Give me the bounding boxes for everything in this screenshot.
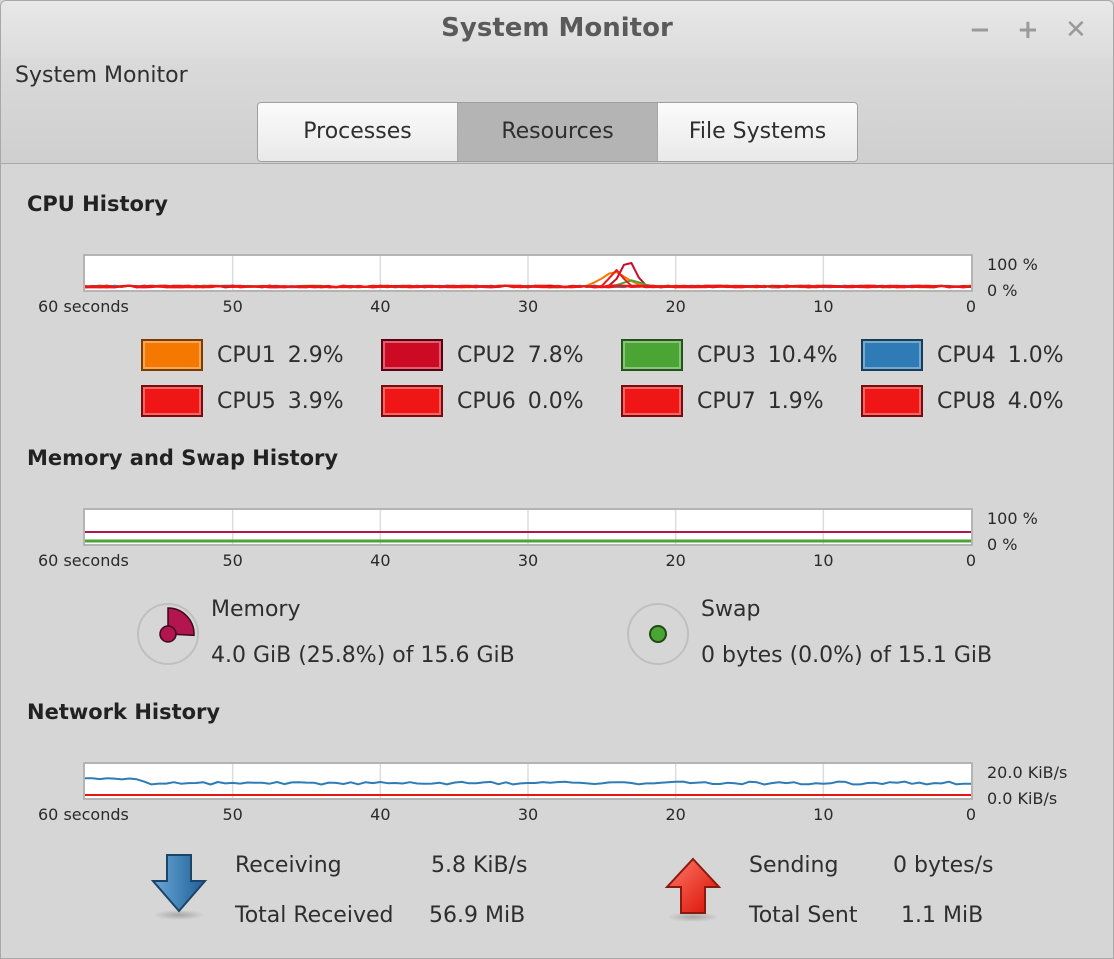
cpu2-color-swatch[interactable] <box>381 339 443 371</box>
cpu-legend-name: CPU3 <box>697 342 756 368</box>
total-sent-label: Total Sent <box>749 903 858 928</box>
cpu-legend-value: 1.0% <box>1007 342 1064 368</box>
x-tick-label: 50 <box>222 551 243 570</box>
cpu-legend-item: CPU3 10.4% <box>621 339 838 371</box>
cpu-legend-item: CPU1 2.9% <box>141 339 344 371</box>
sending-value: 0 bytes/s <box>893 853 994 878</box>
total-received-value: 56.9 MiB <box>429 903 526 928</box>
system-monitor-window: System Monitor − + ✕ System Monitor Proc… <box>0 0 1114 959</box>
cpu-y-max-label: 100 % <box>987 255 1038 274</box>
cpu6-color-swatch[interactable] <box>381 385 443 417</box>
x-tick-label: 60 seconds <box>38 805 129 824</box>
sending-label: Sending <box>749 853 839 878</box>
tab-resources[interactable]: Resources <box>458 103 658 161</box>
cpu-y-min-label: 0 % <box>987 281 1018 300</box>
cpu8-color-swatch[interactable] <box>861 385 923 417</box>
receiving-value: 5.8 KiB/s <box>431 853 528 878</box>
x-tick-label: 20 <box>665 297 686 316</box>
download-arrow-icon[interactable] <box>147 853 211 923</box>
cpu-legend-value: 7.8% <box>527 342 584 368</box>
cpu-history-graph <box>83 254 973 292</box>
network-history-title: Network History <box>27 700 221 724</box>
x-tick-label: 40 <box>370 551 391 570</box>
cpu-legend-item: CPU2 7.8% <box>381 339 584 371</box>
maximize-icon[interactable]: + <box>1017 15 1039 45</box>
x-tick-label: 40 <box>370 805 391 824</box>
minimize-icon[interactable]: − <box>969 15 991 45</box>
cpu7-color-swatch[interactable] <box>621 385 683 417</box>
cpu-legend-value: 4.0% <box>1007 388 1064 414</box>
network-y-min-label: 0.0 KiB/s <box>987 789 1058 808</box>
memory-y-max-label: 100 % <box>987 509 1038 528</box>
cpu-history-title: CPU History <box>27 192 168 216</box>
x-tick-label: 20 <box>665 551 686 570</box>
x-tick-label: 0 <box>965 551 977 570</box>
x-tick-label: 0 <box>965 297 977 316</box>
cpu-legend-item: CPU8 4.0% <box>861 385 1064 417</box>
cpu-history-plot <box>85 256 971 290</box>
cpu-legend-name: CPU5 <box>217 388 276 414</box>
window-title: System Monitor <box>441 13 673 43</box>
memory-y-min-label: 0 % <box>987 535 1018 554</box>
cpu-legend-name: CPU2 <box>457 342 516 368</box>
memory-history-graph <box>83 508 973 546</box>
swap-value: 0 bytes (0.0%) of 15.1 GiB <box>701 643 993 668</box>
title-bar[interactable]: System Monitor − + ✕ <box>1 1 1113 59</box>
x-tick-label: 50 <box>222 297 243 316</box>
network-history-plot <box>85 764 971 798</box>
cpu-legend-name: CPU1 <box>217 342 276 368</box>
x-tick-label: 40 <box>370 297 391 316</box>
x-tick-label: 30 <box>517 297 539 316</box>
x-tick-label: 10 <box>813 805 834 824</box>
tab-file-systems[interactable]: File Systems <box>658 103 857 161</box>
x-tick-label: 60 seconds <box>38 297 129 316</box>
x-tick-label: 30 <box>517 805 539 824</box>
cpu1-color-swatch[interactable] <box>141 339 203 371</box>
cpu-legend-item: CPU7 1.9% <box>621 385 824 417</box>
memory-pie-icon[interactable] <box>137 603 199 665</box>
x-tick-label: 10 <box>813 297 834 316</box>
cpu-legend-item: CPU4 1.0% <box>861 339 1064 371</box>
cpu-legend-item: CPU5 3.9% <box>141 385 344 417</box>
cpu-legend-name: CPU7 <box>697 388 756 414</box>
x-tick-label: 20 <box>665 805 686 824</box>
app-title: System Monitor <box>15 63 188 88</box>
cpu4-color-swatch[interactable] <box>861 339 923 371</box>
tab-processes[interactable]: Processes <box>258 103 458 161</box>
cpu-legend-value: 2.9% <box>287 342 344 368</box>
cpu-legend-name: CPU6 <box>457 388 516 414</box>
upload-arrow-icon[interactable] <box>661 857 725 927</box>
cpu-legend-name: CPU8 <box>937 388 996 414</box>
network-history-graph <box>83 762 973 800</box>
memory-history-title: Memory and Swap History <box>27 446 339 470</box>
total-received-label: Total Received <box>235 903 394 928</box>
pie-dot <box>649 625 667 643</box>
swap-pie-icon[interactable] <box>627 603 689 665</box>
close-icon[interactable]: ✕ <box>1065 15 1087 45</box>
pie-center <box>159 625 177 643</box>
header-bar: System Monitor Processes Resources File … <box>1 59 1113 164</box>
memory-value: 4.0 GiB (25.8%) of 15.6 GiB <box>211 643 515 668</box>
cpu-legend-value: 0.0% <box>527 388 584 414</box>
x-tick-label: 50 <box>222 805 243 824</box>
cpu-legend-value: 1.9% <box>767 388 824 414</box>
receiving-label: Receiving <box>235 853 342 878</box>
memory-label: Memory <box>211 597 301 622</box>
x-tick-label: 60 seconds <box>38 551 129 570</box>
cpu-legend-value: 3.9% <box>287 388 344 414</box>
swap-label: Swap <box>701 597 761 622</box>
total-sent-value: 1.1 MiB <box>901 903 984 928</box>
network-y-max-label: 20.0 KiB/s <box>987 763 1068 782</box>
x-tick-label: 30 <box>517 551 539 570</box>
cpu-legend-value: 10.4% <box>767 342 838 368</box>
cpu3-color-swatch[interactable] <box>621 339 683 371</box>
x-tick-label: 10 <box>813 551 834 570</box>
cpu-legend-item: CPU6 0.0% <box>381 385 584 417</box>
memory-history-plot <box>85 510 971 544</box>
cpu-legend-name: CPU4 <box>937 342 996 368</box>
cpu5-color-swatch[interactable] <box>141 385 203 417</box>
x-tick-label: 0 <box>965 805 977 824</box>
tab-switcher: Processes Resources File Systems <box>257 102 858 162</box>
